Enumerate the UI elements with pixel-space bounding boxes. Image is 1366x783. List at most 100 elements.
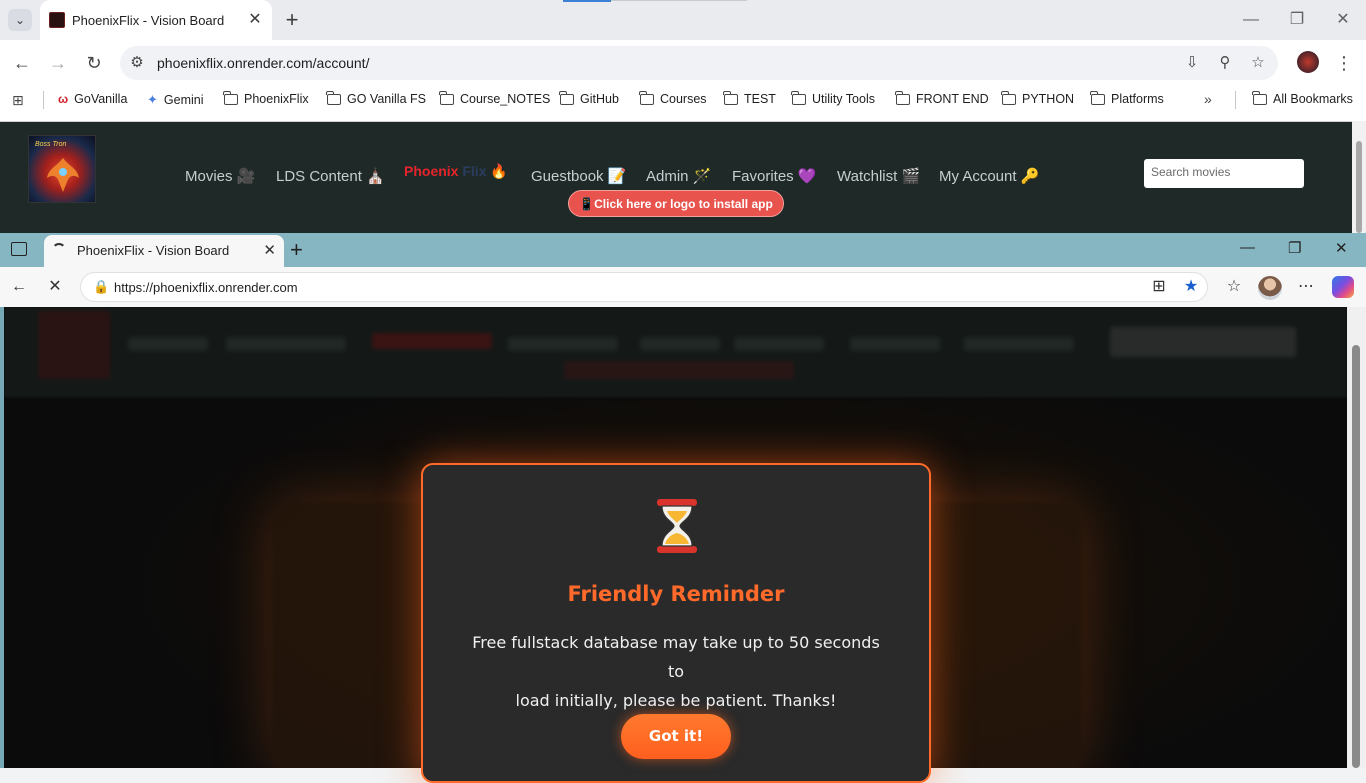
- modal-title: Friendly Reminder: [567, 582, 785, 606]
- folder-icon: [1252, 90, 1267, 105]
- bookmark-python[interactable]: PYTHON: [1001, 90, 1074, 106]
- minimize-button[interactable]: —: [1240, 239, 1255, 256]
- edge-address-bar-url[interactable]: https://phoenixflix.onrender.com: [114, 280, 298, 295]
- bookmark-course-notes[interactable]: Course_NOTES: [439, 90, 550, 106]
- edge-address-bar[interactable]: 🔒 https://phoenixflix.onrender.com: [80, 272, 1208, 302]
- nav-guestbook[interactable]: Guestbook 📝: [531, 167, 626, 185]
- new-tab-button[interactable]: +: [281, 8, 303, 32]
- copilot-icon[interactable]: [1332, 276, 1354, 298]
- favorites-icon[interactable]: ☆: [1223, 276, 1245, 298]
- tab-actions-icon[interactable]: [11, 242, 27, 256]
- tab-search-button[interactable]: ⌄: [8, 9, 32, 31]
- app-available-icon[interactable]: ⊞: [1148, 276, 1170, 298]
- blurred-nav: [734, 337, 824, 351]
- chrome-scrollbar[interactable]: [1352, 121, 1366, 233]
- folder-icon: [639, 90, 654, 105]
- chrome-tab-strip: ⌄ PhoenixFlix - Vision Board ✕ + — ❐ ✕: [0, 0, 1366, 40]
- bookmark-front-end[interactable]: FRONT END: [895, 90, 989, 106]
- close-window-button[interactable]: ✕: [1335, 239, 1348, 257]
- stop-loading-button[interactable]: ✕: [44, 276, 66, 298]
- nav-lds-content[interactable]: LDS Content ⛪: [276, 167, 385, 185]
- back-button[interactable]: ←: [9, 50, 35, 76]
- edge-toolbar: ← ✕ 🔒 https://phoenixflix.onrender.com ⊞…: [0, 267, 1366, 307]
- reload-button[interactable]: ↻: [81, 50, 107, 76]
- nav-my-account[interactable]: My Account 🔑: [939, 167, 1039, 185]
- edge-tab-title: PhoenixFlix - Vision Board: [77, 243, 230, 258]
- folder-icon: [223, 90, 238, 105]
- bookmarks-bar: ⊞ ω GoVanilla ✦ Gemini PhoenixFlix GO Vani…: [0, 86, 1366, 114]
- folder-icon: [791, 90, 806, 105]
- new-tab-button[interactable]: +: [290, 237, 303, 263]
- apps-grid-icon[interactable]: ⊞: [12, 92, 28, 108]
- bookmarks-divider: [1235, 91, 1236, 109]
- chrome-menu-icon[interactable]: ⋮: [1334, 50, 1354, 76]
- zoom-icon[interactable]: ⚲: [1216, 54, 1234, 72]
- scrollbar-thumb[interactable]: [1356, 141, 1362, 233]
- bookmark-gemini[interactable]: ✦ Gemini: [147, 92, 204, 108]
- back-button[interactable]: ←: [8, 276, 30, 298]
- close-window-button[interactable]: ✕: [1320, 0, 1366, 40]
- forward-button[interactable]: →: [45, 50, 71, 76]
- nav-movies[interactable]: Movies 🎥: [185, 167, 255, 185]
- folder-icon: [723, 90, 738, 105]
- govanilla-icon: ω: [58, 92, 69, 106]
- blurred-nav: [372, 333, 492, 349]
- bookmark-go-vanilla-fs[interactable]: GO Vanilla FS: [326, 90, 426, 106]
- favorite-star-icon[interactable]: ★: [1180, 276, 1202, 298]
- nav-watchlist[interactable]: Watchlist 🎬: [837, 167, 920, 185]
- blurred-search: [1110, 327, 1296, 357]
- hourglass-icon: [657, 499, 697, 553]
- folder-icon: [1001, 90, 1016, 105]
- all-bookmarks[interactable]: All Bookmarks: [1252, 90, 1353, 106]
- scrollbar-thumb[interactable]: [1352, 345, 1360, 768]
- nav-favorites[interactable]: Favorites 💜: [732, 167, 817, 185]
- nav-admin[interactable]: Admin 🪄: [646, 167, 711, 185]
- address-bar-url[interactable]: phoenixflix.onrender.com/account/: [157, 55, 369, 71]
- install-app-button[interactable]: 📱Click here or logo to install app: [568, 190, 784, 217]
- got-it-button[interactable]: Got it!: [621, 714, 731, 759]
- folder-icon: [439, 90, 454, 105]
- minimize-button[interactable]: —: [1228, 0, 1274, 40]
- modal-message-line: Free fullstack database may take up to 5…: [472, 633, 880, 681]
- loading-indicator: [563, 0, 611, 2]
- chrome-tab-active[interactable]: PhoenixFlix - Vision Board ✕: [40, 0, 272, 40]
- bookmark-courses[interactable]: Courses: [639, 90, 707, 106]
- close-tab-icon[interactable]: ✕: [246, 11, 264, 29]
- profile-avatar[interactable]: [1258, 276, 1282, 300]
- folder-icon: [1090, 90, 1105, 105]
- site-info-icon[interactable]: ⚙: [128, 54, 146, 72]
- modal-message: Free fullstack database may take up to 5…: [463, 628, 889, 715]
- bookmarks-overflow-icon[interactable]: »: [1204, 91, 1212, 107]
- bookmark-platforms[interactable]: Platforms: [1090, 90, 1164, 106]
- bookmark-govanilla[interactable]: ω GoVanilla: [58, 92, 127, 106]
- profile-avatar[interactable]: [1297, 51, 1319, 73]
- lock-icon[interactable]: 🔒: [93, 279, 109, 295]
- folder-icon: [895, 90, 910, 105]
- close-tab-icon[interactable]: ✕: [263, 241, 276, 259]
- restore-button[interactable]: ❐: [1274, 0, 1320, 40]
- folder-icon: [326, 90, 341, 105]
- blurred-nav: [640, 337, 720, 351]
- install-app-icon[interactable]: ⇩: [1183, 54, 1201, 72]
- bookmark-star-icon[interactable]: ☆: [1249, 54, 1267, 72]
- bookmark-test[interactable]: TEST: [723, 90, 776, 106]
- blurred-install-button: [564, 361, 794, 379]
- nav-phoenix-brand[interactable]: Phoenix Flix 🔥: [404, 163, 508, 180]
- chrome-toolbar: ← → ↻ ⚙ phoenixflix.onrender.com/account…: [0, 40, 1366, 86]
- blurred-logo: [38, 311, 110, 379]
- edge-scrollbar[interactable]: [1347, 307, 1366, 768]
- settings-more-icon[interactable]: ⋯: [1295, 276, 1317, 298]
- address-bar[interactable]: ⚙ phoenixflix.onrender.com/account/ ⇩ ⚲ …: [120, 46, 1278, 80]
- restore-button[interactable]: ❐: [1288, 239, 1301, 257]
- logo-text: Boss Tron: [35, 141, 67, 148]
- edge-tab-active[interactable]: PhoenixFlix - Vision Board ✕: [44, 235, 284, 267]
- bookmark-phoenixflix[interactable]: PhoenixFlix: [223, 90, 309, 106]
- bookmark-utility-tools[interactable]: Utility Tools: [791, 90, 875, 106]
- bookmark-github[interactable]: GitHub: [559, 90, 619, 106]
- edge-tab-strip: PhoenixFlix - Vision Board ✕ + — ❐ ✕: [0, 233, 1366, 267]
- loading-track: [611, 0, 747, 1]
- site-logo[interactable]: Boss Tron: [28, 135, 96, 203]
- site-search-input[interactable]: Search movies: [1144, 159, 1304, 188]
- blurred-nav: [128, 337, 208, 351]
- friendly-reminder-modal: Friendly Reminder Free fullstack databas…: [421, 463, 931, 783]
